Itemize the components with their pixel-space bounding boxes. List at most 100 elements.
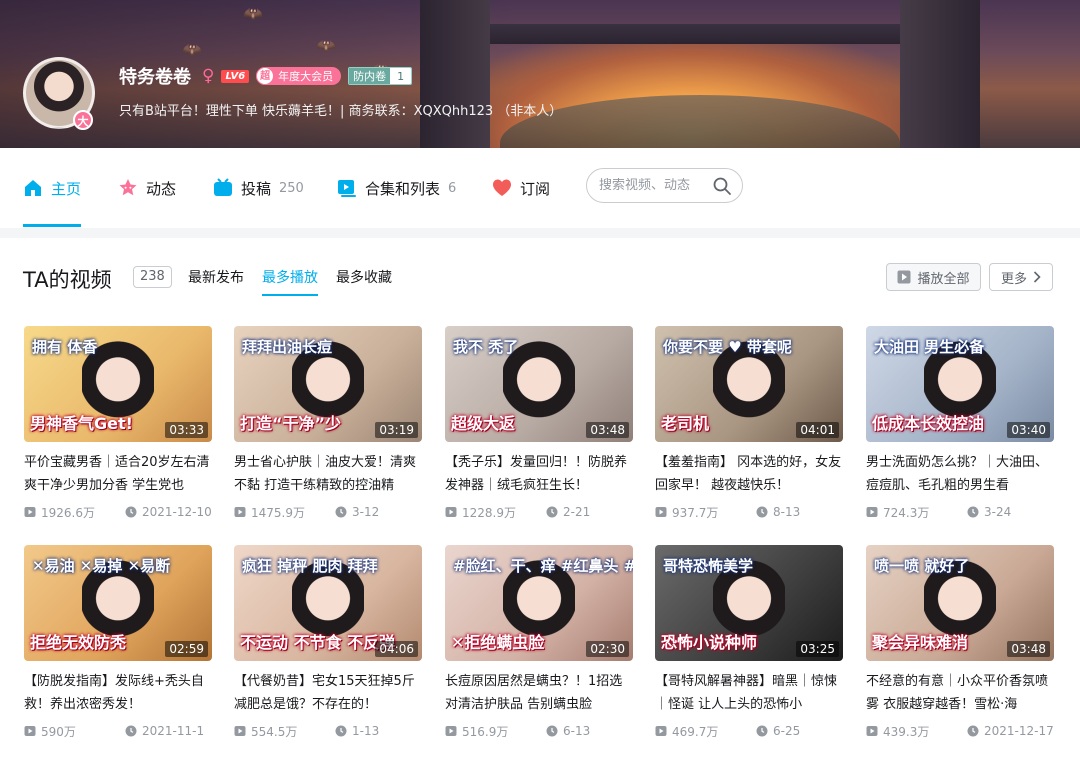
video-thumbnail[interactable]: 大油田 男生必备 低成本长效控油 03:40 xyxy=(866,326,1054,442)
tab-collection[interactable]: 合集和列表 6 xyxy=(337,148,456,228)
video-meta: 590万 2021-11-1 xyxy=(24,722,212,740)
sort-most-played[interactable]: 最多播放 xyxy=(262,267,318,287)
collection-icon xyxy=(338,180,356,197)
publish-date: 3-24 xyxy=(984,505,1012,519)
video-thumbnail[interactable]: ✕易油 ✕易掉 ✕易断 拒绝无效防秃 02:59 xyxy=(24,545,212,661)
video-card[interactable]: 疯狂 掉秤 肥肉 拜拜 不运动 不节食 不反弹 04:06 【代餐奶昔】宅女15天狂掉… xyxy=(234,545,422,740)
video-thumbnail[interactable]: 你要不要 ♥ 带套呢 老司机 04:01 xyxy=(655,326,843,442)
video-duration: 03:19 xyxy=(375,422,418,438)
video-title[interactable]: 男士省心护肤｜油皮大爱！清爽不黏 打造干练精致的控油精 xyxy=(234,451,422,497)
video-card[interactable]: 你要不要 ♥ 带套呢 老司机 04:01 【羞羞指南】 冈本选的好，女友回家早！ 越夜… xyxy=(655,326,843,521)
video-title[interactable]: 【代餐奶昔】宅女15天狂掉5斤 减肥总是饿？不存在的！ xyxy=(234,670,422,716)
video-title[interactable]: 【防脱发指南】发际线+秃头自救！养出浓密秀发！ xyxy=(24,670,212,716)
video-meta: 554.5万 1-13 xyxy=(234,722,422,740)
video-duration: 02:59 xyxy=(165,641,208,657)
thumbnail-caption: ✕拒绝螨虫脸 xyxy=(451,633,545,652)
tab-dynamic[interactable]: 动态 xyxy=(118,148,176,228)
video-card[interactable]: 我不 秃了 超级大返 03:48 【秃子乐】发量回归！！防脱养发神器｜绒毛疯狂生长！ 1… xyxy=(445,326,633,521)
video-card[interactable]: 哥特恐怖美学 恐怖小说种师 03:25 【哥特风解暑神器】暗黑｜惊悚｜怪诞 让人上头的… xyxy=(655,545,843,740)
video-thumbnail[interactable]: 拜拜出油长痘 打造“干净”少 03:19 xyxy=(234,326,422,442)
play-count-icon xyxy=(24,507,36,517)
video-thumbnail[interactable]: #脸红、干、痒 #红鼻头 #长痘 ✕拒绝螨虫脸 02:30 xyxy=(445,545,633,661)
tab-collection-count: 6 xyxy=(448,180,457,196)
profile-nav: 主页 动态 投稿 250 合集和列表 6 订阅 xyxy=(0,148,1080,228)
video-title[interactable]: 【哥特风解暑神器】暗黑｜惊悚｜怪诞 让人上头的恐怖小 xyxy=(655,670,843,716)
video-title[interactable]: 【羞羞指南】 冈本选的好，女友回家早！ 越夜越快乐！ xyxy=(655,451,843,497)
video-meta: 469.7万 6-25 xyxy=(655,722,843,740)
thumbnail-caption: 拒绝无效防秃 xyxy=(30,633,127,652)
play-count: 554.5万 xyxy=(251,724,298,739)
tab-upload-label: 投稿 xyxy=(241,179,272,198)
home-icon xyxy=(25,180,41,196)
thumbnail-caption: 超级大返 xyxy=(451,414,516,433)
clock-icon xyxy=(125,725,137,737)
dynamic-icon xyxy=(119,179,137,196)
sort-most-favorited[interactable]: 最多收藏 xyxy=(336,267,392,287)
chevron-right-icon xyxy=(1033,271,1041,283)
videos-panel: TA的视频 238 最新发布 最多播放 最多收藏 播放全部 更多 拥有 体香 男神… xyxy=(0,238,1080,758)
video-thumbnail[interactable]: 哥特恐怖美学 恐怖小说种师 03:25 xyxy=(655,545,843,661)
video-duration: 03:48 xyxy=(586,422,629,438)
clock-icon xyxy=(125,506,137,518)
thumbnail-caption-top: ✕易油 ✕易掉 ✕易断 xyxy=(32,557,171,575)
thumbnail-caption: 老司机 xyxy=(661,414,710,433)
video-card[interactable]: #脸红、干、痒 #红鼻头 #长痘 ✕拒绝螨虫脸 02:30 长痘原因居然是螨虫？！1招… xyxy=(445,545,633,740)
video-title[interactable]: 不经意的有意｜小众平价香氛喷雾 衣服越穿越香！雪松·海 xyxy=(866,670,1054,716)
play-count: 1475.9万 xyxy=(251,505,305,520)
tab-upload[interactable]: 投稿 250 xyxy=(213,148,304,228)
thumbnail-caption-top: 喷一喷 就好了 xyxy=(874,557,970,575)
video-meta: 724.3万 3-24 xyxy=(866,503,1054,521)
publish-date: 6-13 xyxy=(563,724,591,738)
tab-home[interactable]: 主页 xyxy=(23,148,81,228)
play-count-icon xyxy=(866,507,878,517)
more-button[interactable]: 更多 xyxy=(989,263,1053,291)
play-count: 724.3万 xyxy=(883,505,930,520)
play-count: 1228.9万 xyxy=(462,505,516,520)
play-count: 516.9万 xyxy=(462,724,509,739)
play-count: 469.7万 xyxy=(672,724,719,739)
heart-icon xyxy=(493,179,511,196)
section-count: 238 xyxy=(133,266,172,288)
video-thumbnail[interactable]: 拥有 体香 男神香气Get! 03:33 xyxy=(24,326,212,442)
video-card[interactable]: 大油田 男生必备 低成本长效控油 03:40 男士洗面奶怎么挑？｜大油田、痘痘肌、毛孔… xyxy=(866,326,1054,521)
video-duration: 04:01 xyxy=(796,422,839,438)
video-thumbnail[interactable]: 疯狂 掉秤 肥肉 拜拜 不运动 不节食 不反弹 04:06 xyxy=(234,545,422,661)
play-count-icon xyxy=(234,726,246,736)
video-card[interactable]: 拥有 体香 男神香气Get! 03:33 平价宝藏男香｜适合20岁左右清爽干净少男加分… xyxy=(24,326,212,521)
vip-badge[interactable]: 超 年度大会员 xyxy=(256,67,342,85)
video-thumbnail[interactable]: 我不 秃了 超级大返 03:48 xyxy=(445,326,633,442)
thumbnail-caption: 打造“干净”少 xyxy=(240,414,342,433)
video-card[interactable]: 喷一喷 就好了 聚会异味难消 03:48 不经意的有意｜小众平价香氛喷雾 衣服越穿越香… xyxy=(866,545,1054,740)
thumbnail-caption: 聚会异味难消 xyxy=(872,633,969,652)
clock-icon xyxy=(335,725,347,737)
tab-subscribe[interactable]: 订阅 xyxy=(492,148,550,228)
search-icon[interactable] xyxy=(712,176,732,196)
bat-icon: 🦇 xyxy=(243,4,263,23)
video-meta: 439.3万 2021-12-17 xyxy=(866,722,1054,740)
video-card[interactable]: 拜拜出油长痘 打造“干净”少 03:19 男士省心护肤｜油皮大爱！清爽不黏 打造干练精… xyxy=(234,326,422,521)
publish-date: 2021-12-17 xyxy=(984,724,1054,738)
user-info-row: 特务卷卷 ♀ LV6 超 年度大会员 防内卷 1 xyxy=(119,63,413,89)
video-card[interactable]: ✕易油 ✕易掉 ✕易断 拒绝无效防秃 02:59 【防脱发指南】发际线+秃头自救！养出… xyxy=(24,545,212,740)
thumbnail-caption-top: 拜拜出油长痘 xyxy=(242,338,333,356)
search-input[interactable] xyxy=(599,178,709,193)
user-signature: 只有B站平台！理性下单 快乐薅羊毛！| 商务联系：XQXQhh123 （非本人） xyxy=(119,104,563,119)
video-thumbnail[interactable]: 喷一喷 就好了 聚会异味难消 03:48 xyxy=(866,545,1054,661)
clock-icon xyxy=(546,506,558,518)
user-name[interactable]: 特务卷卷 xyxy=(119,63,191,89)
video-title[interactable]: 平价宝藏男香｜适合20岁左右清爽干净少男加分香 学生党也 xyxy=(24,451,212,497)
thumbnail-caption-top: 你要不要 ♥ 带套呢 xyxy=(663,338,792,356)
video-title[interactable]: 长痘原因居然是螨虫？！1招选对清洁护肤品 告别螨虫脸 xyxy=(445,670,633,716)
video-duration: 03:40 xyxy=(1007,422,1050,438)
video-meta: 516.9万 6-13 xyxy=(445,722,633,740)
fan-medal[interactable]: 防内卷 1 xyxy=(348,67,413,85)
thumbnail-caption-top: 大油田 男生必备 xyxy=(874,338,985,356)
thumbnail-caption: 恐怖小说种师 xyxy=(661,633,758,652)
video-title[interactable]: 【秃子乐】发量回归！！防脱养发神器｜绒毛疯狂生长！ xyxy=(445,451,633,497)
play-all-button[interactable]: 播放全部 xyxy=(886,263,981,291)
video-title[interactable]: 男士洗面奶怎么挑？｜大油田、痘痘肌、毛孔粗的男生看 xyxy=(866,451,1054,497)
active-sort-indicator xyxy=(262,294,318,296)
thumbnail-caption-top: 疯狂 掉秤 肥肉 拜拜 xyxy=(242,557,378,575)
sort-latest[interactable]: 最新发布 xyxy=(188,267,244,287)
video-duration: 04:06 xyxy=(375,641,418,657)
